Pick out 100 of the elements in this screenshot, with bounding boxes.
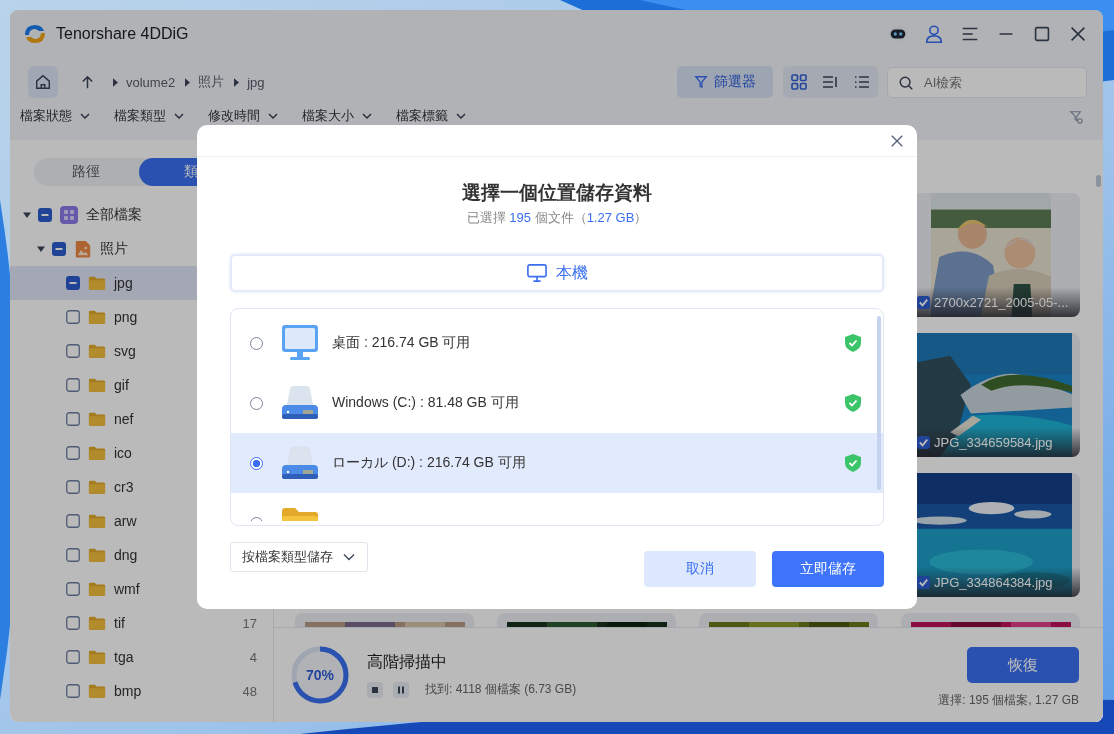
file-name: JPG_334864384.jpg (934, 574, 1053, 590)
checkbox[interactable] (917, 295, 930, 309)
location-label: 桌面 : 216.74 GB 可用 (332, 334, 471, 352)
filter-dropdown[interactable]: 檔案標籤 (396, 108, 466, 123)
caret-icon[interactable] (22, 210, 32, 220)
folder-icon (88, 614, 106, 632)
search-field[interactable]: AI檢索 (887, 66, 1087, 98)
tree-row[interactable]: tif 17 (10, 606, 273, 640)
caret-icon[interactable] (36, 244, 46, 254)
checkbox[interactable] (66, 378, 80, 392)
location-label: Windows (C:) : 81.48 GB 可用 (332, 394, 519, 412)
folder-icon (88, 546, 106, 564)
detail-list-icon[interactable] (853, 73, 872, 91)
tree-label: 全部檔案 (86, 206, 142, 224)
pause-icon (396, 684, 406, 695)
radio-button[interactable] (250, 456, 263, 470)
filter-dropdown[interactable]: 檔案大小 (302, 108, 372, 123)
tab[interactable]: 路徑 (34, 158, 139, 186)
location-row[interactable]: Windows (C:) : 81.48 GB 可用 (231, 373, 883, 433)
user-icon[interactable] (923, 23, 945, 45)
checkbox[interactable] (66, 548, 80, 562)
file-name: JPG_334659584.jpg (934, 434, 1053, 450)
checkbox[interactable] (38, 208, 52, 222)
chevron-icon (174, 112, 184, 119)
stop-icon (370, 684, 380, 695)
tree-label: arw (114, 513, 137, 529)
scrollbar-thumb[interactable] (877, 316, 881, 490)
grid-view-icon[interactable] (789, 73, 808, 91)
breadcrumb-item[interactable]: volume2 (126, 74, 176, 90)
caret-icon (113, 77, 118, 87)
tree-row[interactable]: bmp 48 (10, 674, 273, 708)
breadcrumb-item[interactable]: jpg (247, 74, 265, 90)
chevron-icon (268, 112, 278, 119)
checkbox[interactable] (66, 616, 80, 630)
window-title: Tenorshare 4DDiG (56, 25, 189, 43)
checkbox[interactable] (66, 684, 80, 698)
folder-icon (88, 580, 106, 598)
chevron-icon (80, 112, 90, 119)
tree-label: nef (114, 411, 134, 427)
tree-label: 照片 (100, 240, 128, 258)
chevron-icon (456, 112, 466, 119)
up-arrow-icon[interactable] (80, 74, 95, 90)
folder-icon (88, 682, 106, 700)
tree-label: tif (114, 615, 125, 631)
grid-icon (60, 206, 78, 224)
pause-button[interactable] (393, 681, 409, 698)
file-count: 48 (242, 683, 257, 699)
scrollbar-thumb[interactable] (1096, 175, 1101, 187)
location-row[interactable]: 桌面 : 216.74 GB 可用 (231, 313, 883, 373)
checkbox[interactable] (66, 344, 80, 358)
recover-button[interactable]: 恢復 (967, 647, 1079, 683)
dialog-title: 選擇一個位置儲存資料 (461, 181, 653, 205)
checkbox[interactable] (66, 310, 80, 324)
cancel-button[interactable]: 取消 (644, 551, 756, 587)
filter-dropdown[interactable]: 檔案狀態 (20, 108, 90, 123)
filter-dropdown[interactable]: 修改時間 (208, 108, 278, 123)
checkbox[interactable] (52, 242, 66, 256)
home-button[interactable] (28, 66, 58, 98)
checkbox[interactable] (66, 412, 80, 426)
folder-icon (88, 274, 106, 292)
checkbox[interactable] (66, 514, 80, 528)
save-mode-dropdown[interactable]: 按檔案類型儲存 (230, 542, 368, 572)
radio-button[interactable] (250, 396, 263, 410)
location-row[interactable]: ローカル (D:) : 216.74 GB 可用 (231, 433, 883, 493)
folder-icon (88, 512, 106, 530)
location-label: ローカル (D:) : 216.74 GB 可用 (332, 454, 526, 472)
caret-icon (234, 77, 240, 87)
search-icon (898, 74, 914, 91)
selection-summary: 選擇: 195 個檔案, 1.27 GB (938, 692, 1079, 709)
file-count: 17 (242, 615, 257, 631)
tree-label: png (114, 309, 138, 325)
tree-label: tga (114, 649, 134, 665)
checkbox[interactable] (66, 582, 80, 596)
tree-label: gif (114, 377, 129, 393)
folder-icon (88, 478, 106, 496)
checkbox[interactable] (66, 446, 80, 460)
filter-button[interactable]: 篩選器 (677, 66, 773, 98)
folder-icon (88, 342, 106, 360)
monitor-icon (280, 323, 320, 363)
folder-icon (88, 308, 106, 326)
found-count: 找到: 4118 個檔案 (6.73 GB) (425, 681, 577, 698)
folder-icon (88, 376, 106, 394)
close-icon[interactable] (890, 133, 904, 148)
stop-button[interactable] (367, 681, 383, 698)
tree-label: dng (114, 547, 138, 563)
radio-button[interactable] (250, 336, 263, 350)
filter-dropdown[interactable]: 檔案類型 (114, 108, 184, 123)
breadcrumb-item[interactable]: 照片 (198, 73, 225, 91)
tab[interactable]: 本機 (230, 254, 884, 292)
checkbox[interactable] (66, 650, 80, 664)
list-view-icon[interactable] (821, 73, 840, 91)
checkbox[interactable] (66, 480, 80, 494)
tree-row[interactable]: tga 4 (10, 640, 273, 674)
save-button[interactable]: 立即儲存 (772, 551, 884, 587)
tree-label: wmf (114, 581, 140, 597)
scan-status: 高階掃描中 (367, 652, 448, 672)
clear-filter-icon[interactable] (1069, 110, 1083, 124)
checkbox[interactable] (66, 276, 80, 290)
monitor-icon (526, 263, 548, 283)
folder-icon (88, 410, 106, 428)
